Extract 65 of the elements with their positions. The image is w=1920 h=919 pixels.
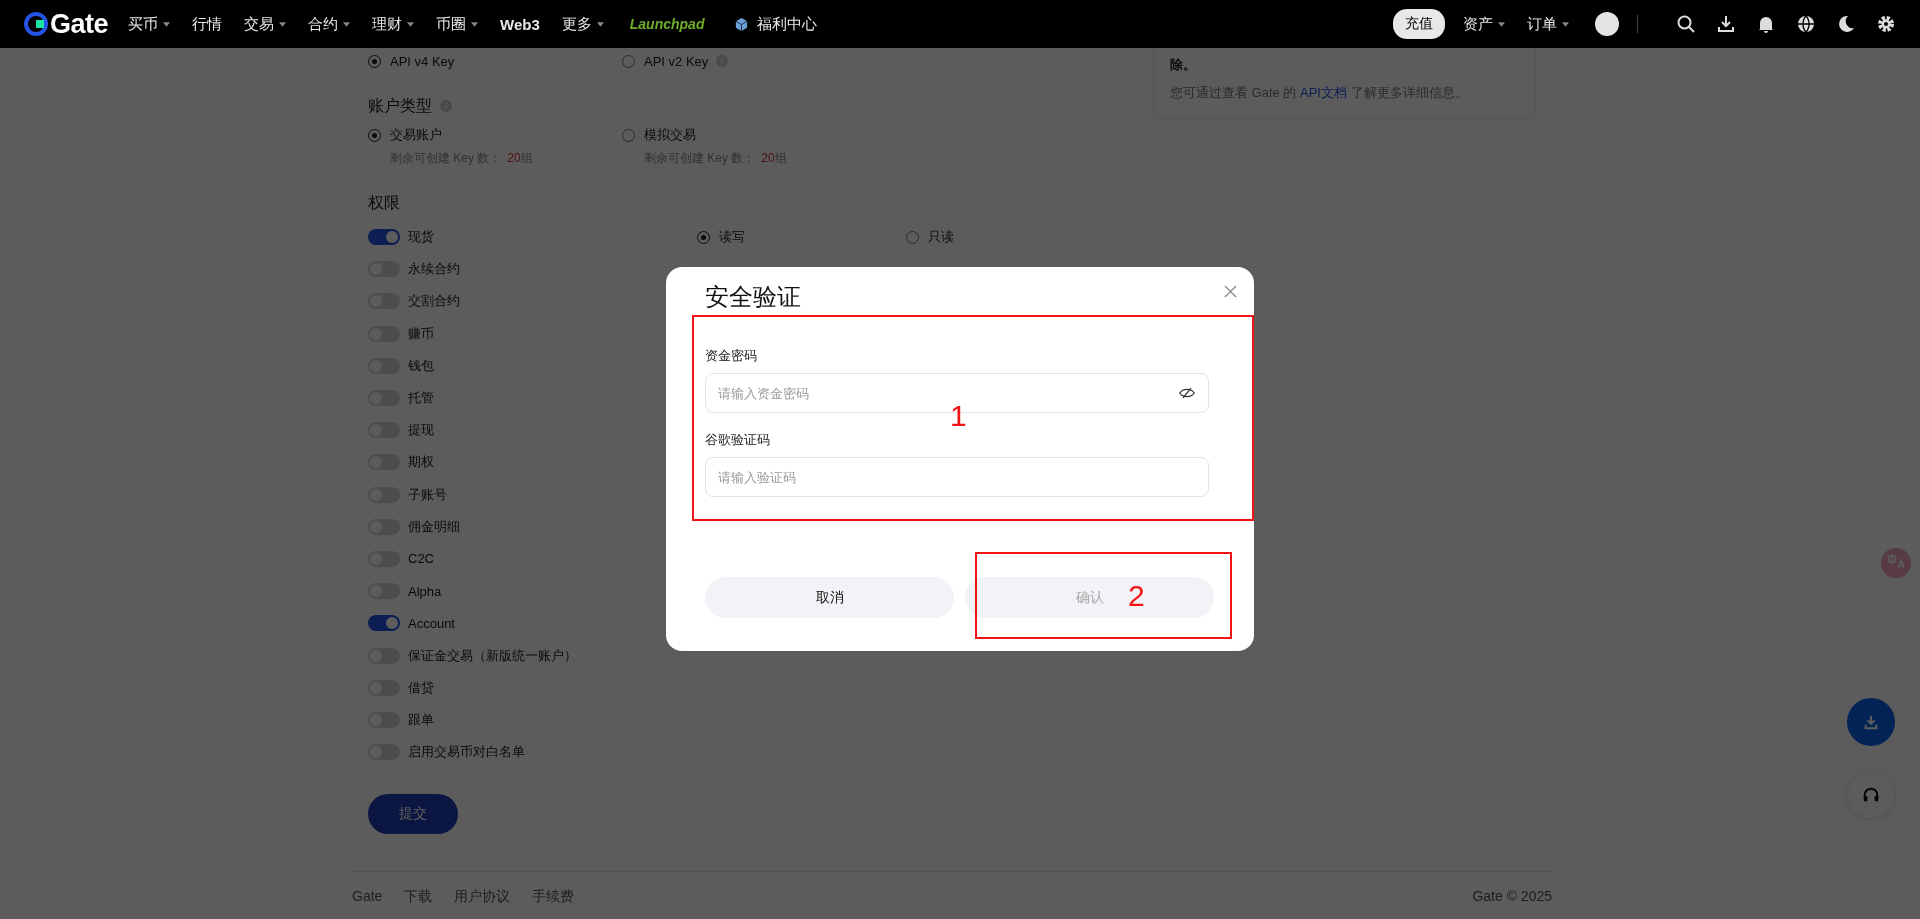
permission-label: 赚币 (408, 324, 434, 343)
nav-menu-item[interactable]: 资产 (1463, 14, 1505, 34)
nav-menu-item[interactable]: 更多 (561, 14, 604, 34)
key-quota-count: 20 (761, 151, 775, 165)
launchpad-link[interactable]: Launchpad (629, 16, 705, 32)
moon-icon[interactable] (1836, 14, 1856, 34)
nav-menu-item[interactable]: 交易 (244, 14, 287, 34)
logo[interactable]: Gate (24, 8, 109, 40)
settings-icon[interactable] (1876, 14, 1896, 34)
permission-label: 子账号 (408, 485, 447, 504)
permission-label: 启用交易币对白名单 (408, 743, 525, 762)
permission-label: 佣金明细 (408, 517, 460, 536)
radio-label: 交易账户 (390, 126, 442, 144)
radio-label: API v4 Key (390, 53, 455, 69)
deposit-button[interactable]: 充值 (1393, 9, 1445, 39)
nav-menu-item[interactable]: 订单 (1527, 14, 1569, 34)
radio-label: API v2 Key (644, 53, 709, 69)
nav-menu-item[interactable]: 理财 (372, 14, 415, 34)
globe-icon[interactable] (1796, 14, 1816, 34)
radio-label: 读写 (719, 228, 745, 247)
headset-icon (1862, 786, 1880, 804)
permission-label: 期权 (408, 453, 434, 472)
toggle-switch[interactable] (368, 229, 400, 246)
toggle-switch[interactable] (368, 615, 400, 632)
nav-menu-item[interactable]: 行情 (192, 14, 223, 34)
search-icon[interactable] (1676, 14, 1696, 34)
cancel-button[interactable]: 取消 (705, 577, 954, 618)
permission-label: 借贷 (408, 678, 434, 697)
section-title: 权限 (368, 192, 400, 213)
download-icon[interactable] (1716, 14, 1736, 34)
avatar-icon[interactable] (1595, 12, 1619, 36)
hidden-eye-icon[interactable] (1179, 387, 1195, 399)
caret-icon (1498, 21, 1505, 27)
translate-icon[interactable] (1881, 548, 1911, 578)
key-quota-count: 20 (507, 151, 521, 165)
nav-menu-item[interactable]: 合约 (308, 14, 351, 34)
permission-label: 交割合约 (408, 292, 460, 311)
radio-label: 模拟交易 (644, 126, 696, 144)
nav-menu-item[interactable]: 币圈 (436, 14, 479, 34)
permission-label: Alpha (408, 583, 442, 599)
permission-label: 托管 (408, 389, 434, 408)
download-icon (1862, 713, 1880, 731)
copyright-text: Gate © 2025 (1472, 888, 1552, 906)
permission-label: C2C (408, 551, 434, 567)
download-button[interactable] (1847, 698, 1895, 746)
permission-label: 钱包 (408, 356, 434, 375)
cube-icon (734, 16, 750, 32)
nav-menu-item[interactable]: Web3 (500, 15, 540, 33)
input-field[interactable]: 请输入验证码 (705, 457, 1209, 497)
dialog-title: 安全验证 (705, 283, 802, 311)
permission-label: 现货 (408, 228, 434, 247)
permission-label: 跟单 (408, 710, 434, 729)
permission-label: Account (408, 615, 455, 631)
section-title: 账户类型 (368, 95, 432, 116)
welfare-link[interactable]: 福利中心 (734, 14, 818, 34)
field-label: 资金密码 (705, 347, 758, 365)
field-label: 谷歌验证码 (705, 431, 771, 449)
nav-menu-item[interactable]: 买币 (128, 14, 171, 34)
close-icon[interactable] (1224, 285, 1237, 298)
permission-label: 永续合约 (408, 260, 460, 279)
permission-label: 提现 (408, 421, 434, 440)
caret-icon (1562, 21, 1569, 27)
annotation-number: 2 (1128, 581, 1145, 611)
radio-label: 只读 (928, 228, 954, 247)
info-text: 除。 (1170, 56, 1197, 74)
